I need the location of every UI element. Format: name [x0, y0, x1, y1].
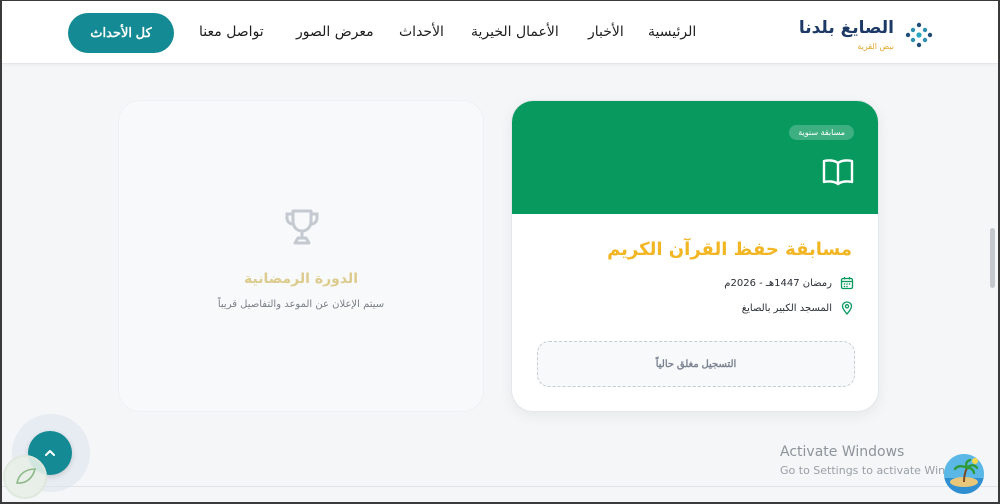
register-button[interactable]: التسجيل مغلق حالياً — [537, 341, 855, 387]
upcoming-event-text: سيتم الإعلان عن الموعد والتفاصيل قريباً — [217, 299, 385, 310]
event-date-row: رمضان 1447هـ - 2026م — [724, 275, 854, 291]
scrollbar-thumb[interactable] — [990, 228, 995, 288]
open-book-icon — [822, 159, 854, 186]
chevron-up-icon — [45, 450, 55, 456]
event-location-row: المسجد الكبير بالصايغ — [742, 300, 854, 316]
trophy-icon — [285, 209, 319, 245]
island-app-icon[interactable] — [944, 454, 984, 494]
event-date: رمضان 1447هـ - 2026م — [724, 277, 832, 289]
logo-dots-icon — [905, 22, 933, 48]
upcoming-event-card: الدورة الرمضانية سيتم الإعلان عن الموعد … — [118, 100, 484, 412]
chat-widget-icon[interactable] — [3, 455, 47, 499]
nav-gallery[interactable]: معرض الصور — [296, 24, 374, 40]
palm-island-icon — [944, 454, 984, 494]
logo-title: الصايغ بلدنا — [798, 18, 894, 38]
section-divider — [2, 486, 998, 487]
logo-subtitle: نبض القرية — [857, 42, 894, 51]
activate-windows-text: Go to Settings to activate Windo — [780, 464, 959, 477]
nav-charity[interactable]: الأعمال الخيرية — [471, 24, 559, 40]
nav-contact[interactable]: تواصل معنا — [199, 24, 264, 40]
event-badge: مسابقة سنوية — [789, 125, 854, 140]
leaf-icon — [16, 468, 37, 484]
event-location: المسجد الكبير بالصايغ — [741, 302, 832, 314]
nav-home[interactable]: الرئيسية — [648, 24, 696, 40]
event-title: مسابقة حفظ القرآن الكريم — [607, 239, 852, 260]
nav-news[interactable]: الأخبار — [588, 24, 624, 40]
event-card[interactable]: مسابقة سنوية مسابقة حفظ القرآن الكريم رم… — [511, 100, 879, 412]
all-events-button[interactable]: كل الأحداث — [68, 13, 174, 53]
location-pin-icon — [841, 301, 853, 315]
event-banner: مسابقة سنوية — [512, 101, 878, 214]
nav-events[interactable]: الأحداث — [399, 24, 444, 40]
calendar-icon — [840, 277, 854, 290]
site-logo[interactable]: الصايغ بلدنا نبض القرية — [796, 12, 936, 56]
site-header: كل الأحداث تواصل معنا معرض الصور الأحداث… — [2, 0, 998, 64]
activate-windows-title: Activate Windows — [780, 444, 905, 460]
upcoming-event-title: الدورة الرمضانية — [244, 271, 358, 287]
